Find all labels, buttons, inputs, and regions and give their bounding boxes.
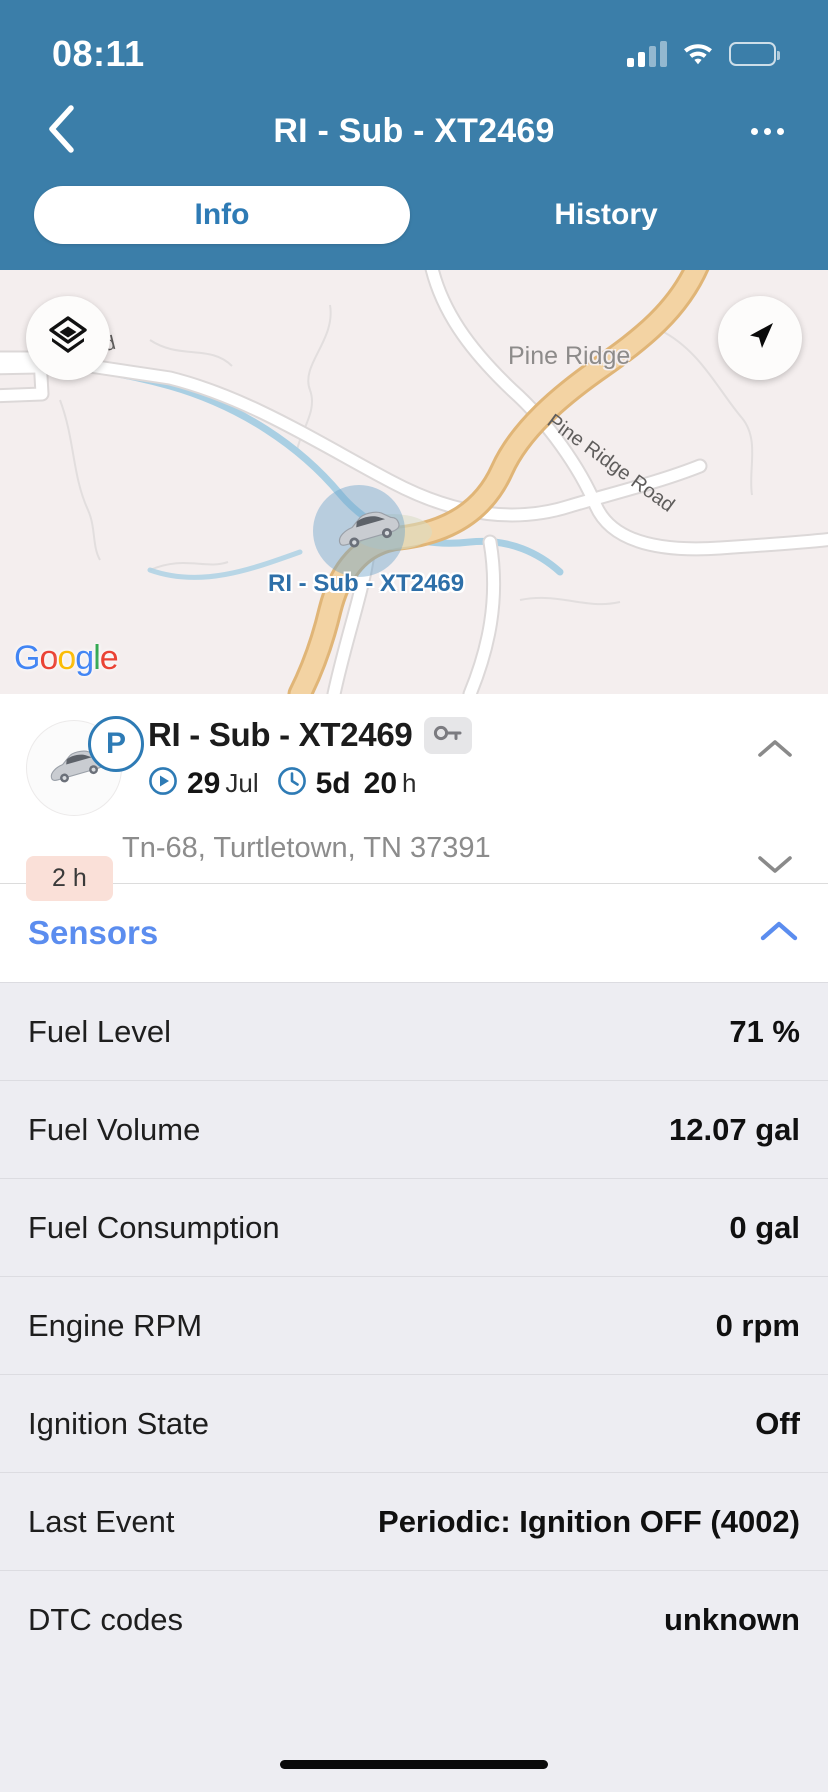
google-logo-e: e bbox=[99, 639, 119, 677]
expand-card-button[interactable] bbox=[756, 852, 794, 881]
sensor-label: DTC codes bbox=[28, 1601, 184, 1637]
vehicle-info-main: RI - Sub - XT2469 29 Jul 5d 20 h bbox=[144, 716, 802, 801]
google-logo: Google bbox=[14, 639, 119, 678]
sensor-value: Off bbox=[755, 1405, 800, 1441]
duration-badge: 2 h bbox=[26, 856, 113, 901]
tab-bar: Info History bbox=[0, 176, 828, 270]
battery-full-icon bbox=[729, 42, 780, 66]
sensor-value: 12.07 gal bbox=[669, 1111, 800, 1147]
vehicle-detail-screen: 08:11 RI - Sub - XT2469 Info History Pin… bbox=[0, 0, 828, 1792]
home-indicator-area bbox=[0, 1736, 828, 1792]
map-layers-button[interactable] bbox=[26, 296, 110, 380]
date-unit: Jul bbox=[225, 768, 259, 798]
navigation-bar: RI - Sub - XT2469 bbox=[0, 86, 828, 176]
table-row: Engine RPM 0 rpm bbox=[0, 1276, 828, 1374]
back-button[interactable] bbox=[34, 104, 88, 158]
date-value: 29 bbox=[187, 766, 221, 800]
sensor-label: Fuel Volume bbox=[28, 1111, 201, 1147]
table-row: Fuel Consumption 0 gal bbox=[0, 1178, 828, 1276]
vehicle-address-row: Tn-68, Turtletown, TN 37391 bbox=[26, 832, 802, 865]
google-logo-g2: g bbox=[75, 639, 94, 677]
table-row: Fuel Volume 12.07 gal bbox=[0, 1080, 828, 1178]
google-logo-g1: G bbox=[14, 639, 40, 677]
sensor-value: 71 % bbox=[729, 1013, 800, 1049]
map-locate-button[interactable] bbox=[718, 296, 802, 380]
collapse-card-button[interactable] bbox=[756, 736, 794, 765]
app-header: 08:11 RI - Sub - XT2469 Info History bbox=[0, 0, 828, 270]
chevron-down-icon bbox=[756, 856, 794, 880]
sensor-label: Fuel Consumption bbox=[28, 1209, 280, 1245]
key-icon bbox=[433, 722, 463, 749]
vehicle-meta-row: 29 Jul 5d 20 h bbox=[148, 766, 802, 801]
map-place-label: Pine Ridge bbox=[508, 342, 631, 370]
google-logo-o1: o bbox=[39, 639, 58, 677]
vehicle-avatar-wrapper: P bbox=[26, 716, 144, 816]
sensor-value: unknown bbox=[663, 1601, 800, 1637]
sensor-label: Fuel Level bbox=[28, 1013, 172, 1049]
map-canvas bbox=[0, 270, 828, 694]
status-bar-clock: 08:11 bbox=[52, 33, 145, 74]
sensor-value: 0 gal bbox=[729, 1209, 800, 1245]
stop-duration: 5d 20 h bbox=[277, 766, 417, 801]
sensors-toggle-icon[interactable] bbox=[758, 918, 800, 949]
map-view[interactable]: Pine Ridge Pine Ridge Road oad bbox=[0, 270, 828, 694]
last-activity-date: 29 Jul bbox=[148, 766, 259, 801]
vehicle-name: RI - Sub - XT2469 bbox=[148, 716, 413, 753]
chevron-up-icon bbox=[756, 740, 794, 764]
vehicle-info-top-row: P RI - Sub - XT2469 29 Jul 5d 20 h bbox=[26, 716, 802, 816]
tab-history[interactable]: History bbox=[418, 186, 794, 244]
table-row: Fuel Level 71 % bbox=[0, 982, 828, 1080]
sensors-list: Fuel Level 71 % Fuel Volume 12.07 gal Fu… bbox=[0, 982, 828, 1792]
sensor-value: 0 rpm bbox=[715, 1307, 800, 1343]
play-circle-icon bbox=[148, 766, 178, 801]
clock-icon bbox=[277, 766, 307, 801]
ignition-key-button[interactable] bbox=[424, 716, 473, 754]
duration-hours-unit: h bbox=[402, 768, 417, 798]
tab-info[interactable]: Info bbox=[34, 186, 410, 244]
parking-status-badge: P bbox=[88, 716, 144, 772]
sensors-title: Sensors bbox=[28, 914, 159, 951]
duration-days: 5d bbox=[315, 766, 351, 800]
status-bar: 08:11 bbox=[0, 0, 828, 86]
cellular-bars-icon bbox=[627, 41, 667, 67]
chevron-left-icon bbox=[46, 104, 76, 159]
sensor-label: Engine RPM bbox=[28, 1307, 203, 1343]
table-row: Last Event Periodic: Ignition OFF (4002) bbox=[0, 1472, 828, 1570]
home-indicator[interactable] bbox=[280, 1759, 548, 1769]
status-bar-icons bbox=[627, 39, 780, 70]
ellipsis-icon bbox=[750, 127, 784, 135]
map-marker-label: RI - Sub - XT2469 bbox=[268, 570, 465, 597]
page-title: RI - Sub - XT2469 bbox=[273, 111, 555, 150]
google-logo-o2: o bbox=[57, 639, 76, 677]
sensors-section-header[interactable]: Sensors bbox=[0, 884, 828, 982]
sensor-label: Ignition State bbox=[28, 1405, 209, 1441]
vehicle-info-card[interactable]: P RI - Sub - XT2469 29 Jul 5d 20 h Tn-68… bbox=[0, 694, 828, 901]
table-row: DTC codes unknown bbox=[0, 1570, 828, 1668]
layers-icon bbox=[47, 315, 89, 362]
sensor-value: Periodic: Ignition OFF (4002) bbox=[378, 1503, 800, 1539]
wifi-icon bbox=[681, 39, 715, 70]
sensor-label: Last Event bbox=[28, 1503, 175, 1539]
car-icon bbox=[329, 507, 401, 556]
more-options-button[interactable] bbox=[740, 104, 794, 158]
navigate-arrow-icon bbox=[740, 316, 780, 361]
table-row: Ignition State Off bbox=[0, 1374, 828, 1472]
vehicle-name-row: RI - Sub - XT2469 bbox=[148, 716, 802, 754]
duration-hours: 20 bbox=[363, 766, 398, 800]
